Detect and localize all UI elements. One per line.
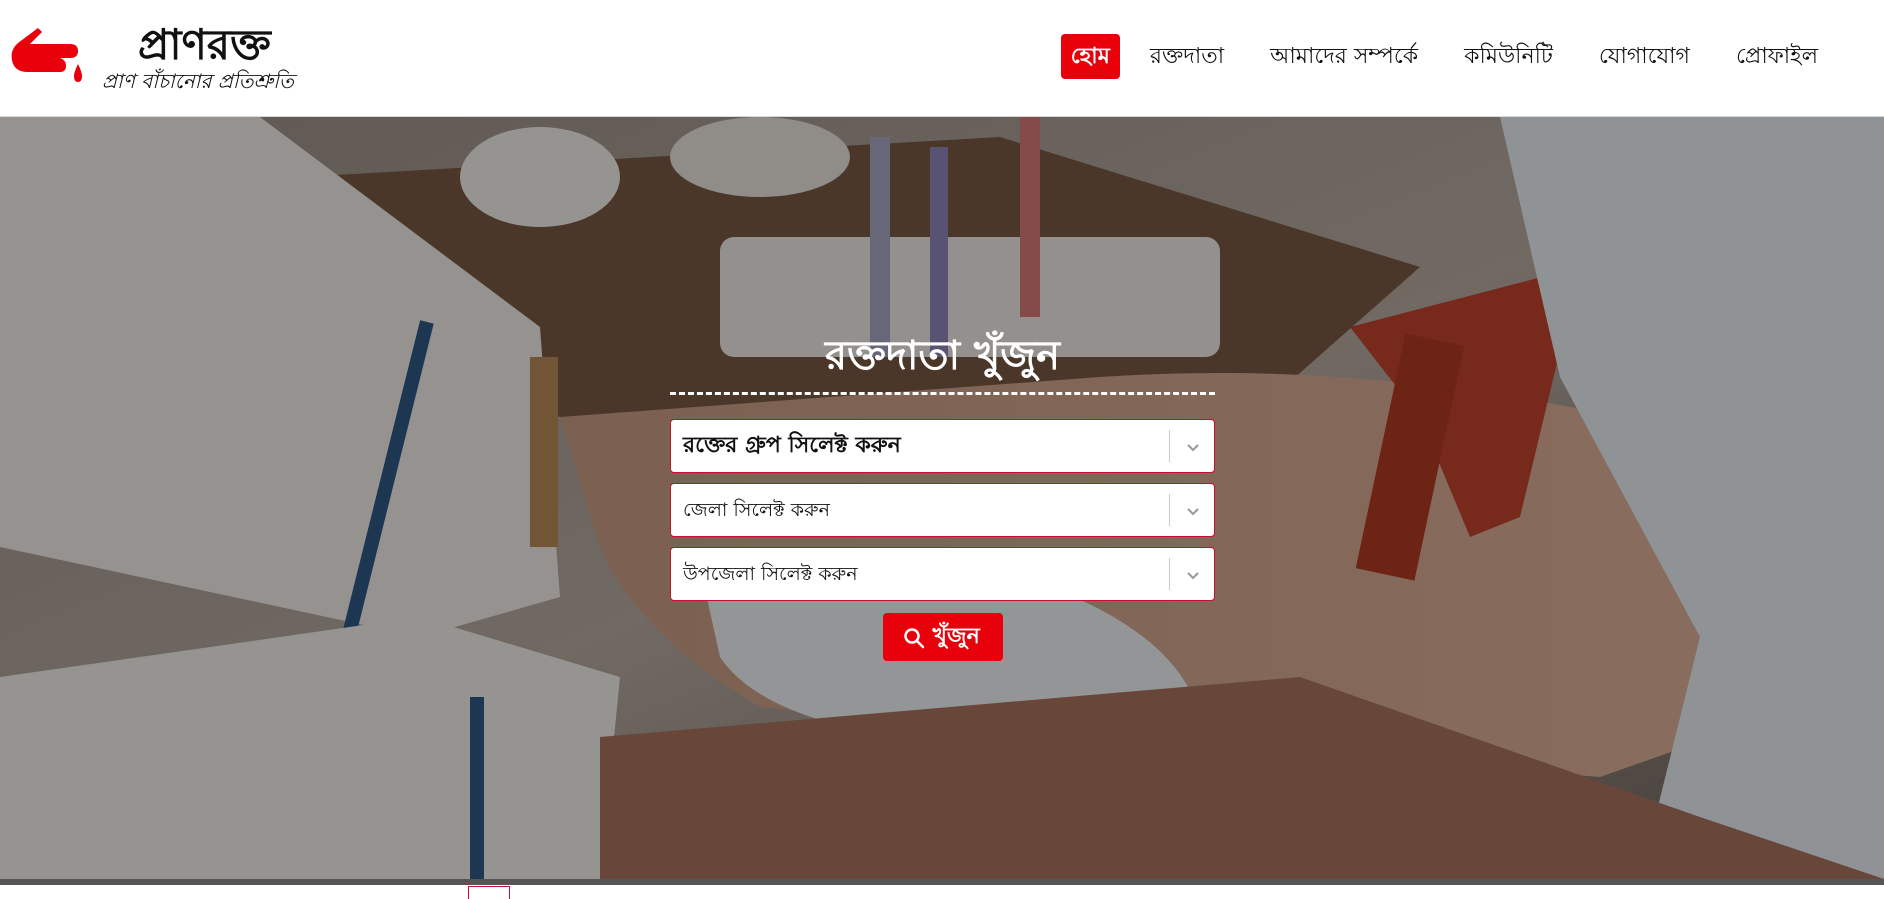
select-separator (1169, 494, 1170, 526)
nav-community[interactable]: কমিউনিটি (1448, 34, 1569, 79)
blood-group-placeholder: রক্তের গ্রুপ সিলেক্ট করুন (683, 433, 901, 458)
search-title: রক্তদাতা খুঁজুন (670, 330, 1215, 395)
brand-name: প্রাণরক্ত (138, 20, 271, 69)
chevron-down-icon (1187, 444, 1199, 452)
search-button[interactable]: খুঁজুন (882, 613, 1003, 661)
site-logo[interactable]: প্রাণরক্ত প্রাণ বাঁচানোর প্রতিশ্রুতি (8, 20, 308, 100)
upazila-select[interactable]: উপজেলা সিলেক্ট করুন (670, 547, 1215, 601)
brand-tagline: প্রাণ বাঁচানোর প্রতিশ্রুতি (102, 69, 294, 93)
select-separator (1169, 430, 1170, 462)
blood-group-select[interactable]: রক্তের গ্রুপ সিলেক্ট করুন (670, 419, 1215, 473)
site-header: প্রাণরক্ত প্রাণ বাঁচানোর প্রতিশ্রুতি হোম… (0, 0, 1884, 117)
upazila-placeholder: উপজেলা সিলেক্ট করুন (683, 563, 858, 585)
main-nav: হোম রক্তদাতা আমাদের সম্পর্কে কমিউনিটি যো… (1060, 34, 1834, 79)
section-marker (468, 886, 510, 899)
chevron-down-icon (1187, 572, 1199, 580)
district-select[interactable]: জেলা সিলেক্ট করুন (670, 483, 1215, 537)
nav-home[interactable]: হোম (1060, 34, 1120, 79)
search-button-label: খুঁজুন (932, 624, 980, 649)
select-separator (1169, 558, 1170, 590)
search-icon (903, 628, 924, 649)
nav-profile[interactable]: প্রোফাইল (1720, 34, 1834, 79)
nav-about-us[interactable]: আমাদের সম্পর্কে (1254, 34, 1434, 79)
page-bottom-strip (0, 879, 1884, 899)
donor-search-panel: রক্তদাতা খুঁজুন রক্তের গ্রুপ সিলেক্ট করু… (670, 330, 1215, 661)
hero-section: রক্তদাতা খুঁজুন রক্তের গ্রুপ সিলেক্ট করু… (0, 117, 1884, 879)
blood-drop-hand-icon (11, 28, 82, 82)
nav-contact[interactable]: যোগাযোগ (1583, 34, 1706, 79)
nav-donors[interactable]: রক্তদাতা (1134, 34, 1240, 79)
chevron-down-icon (1187, 508, 1199, 516)
district-placeholder: জেলা সিলেক্ট করুন (683, 499, 830, 521)
